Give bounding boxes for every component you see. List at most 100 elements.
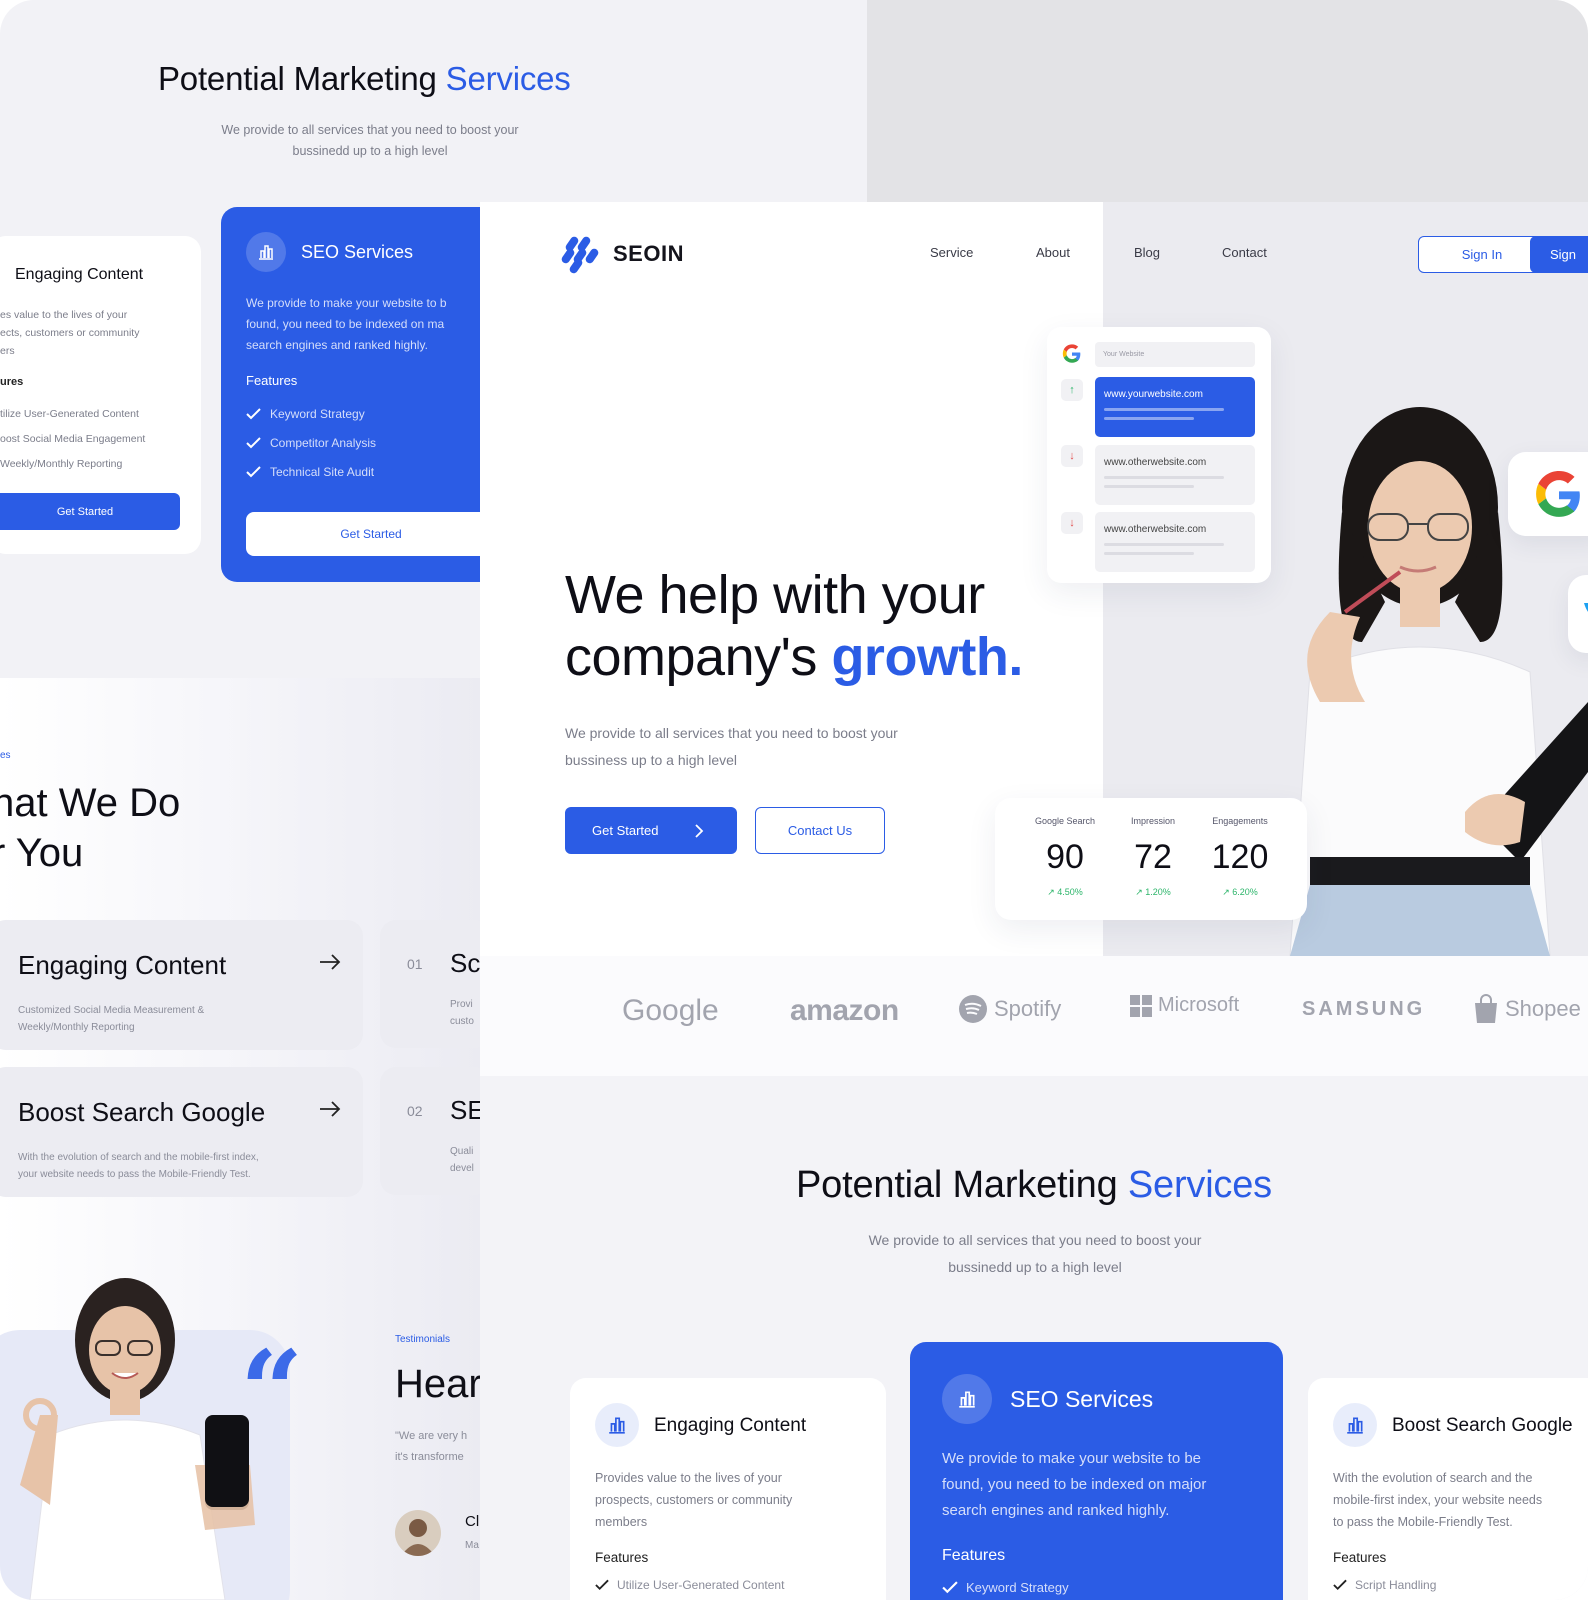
brand-logos-strip: Google amazon Spotify Microsoft SAMSUNG … xyxy=(480,956,1588,1076)
arrow-down-icon: ↓ xyxy=(1061,512,1083,534)
showcase-frame: Potential Marketing Services We provide … xyxy=(0,0,1588,1600)
seoin-logo-icon xyxy=(561,236,599,274)
card-number: 02 xyxy=(407,1103,423,1119)
quote-icon: “ xyxy=(240,1326,304,1455)
testimonial-name: Cl xyxy=(465,1513,480,1530)
service-card-desc: Customized Social Media Measurement & We… xyxy=(18,1005,205,1033)
avatar xyxy=(395,1510,441,1556)
testimonials-title: Hear xyxy=(395,1362,482,1406)
bg-card-features: Keyword Strategy Competitor Analysis Tec… xyxy=(246,399,376,486)
what-we-do-title: hat We Do r You xyxy=(0,781,181,875)
service-card-desc: With the evolution of search and the mob… xyxy=(18,1152,259,1180)
numbered-card[interactable]: 01 Sc Provi custo xyxy=(380,920,490,1048)
service-card-engaging[interactable]: Engaging Content Customized Social Media… xyxy=(0,920,363,1050)
service-card-title: Boost Search Google xyxy=(18,1097,266,1127)
check-icon xyxy=(246,407,261,419)
search-result-row[interactable]: www.yourwebsite.com xyxy=(1095,377,1255,437)
brand-shopee: Shopee xyxy=(1473,994,1581,1024)
sign-in-button[interactable]: Sign In xyxy=(1418,236,1546,273)
nav-contact[interactable]: Contact xyxy=(1222,245,1267,260)
bg-card-title: SEO Services xyxy=(301,242,414,262)
chart-icon xyxy=(1333,1403,1377,1447)
get-started-button[interactable]: Get Started xyxy=(246,512,496,556)
search-result-row[interactable]: www.otherwebsite.com xyxy=(1095,445,1255,505)
arrow-right-icon[interactable] xyxy=(319,1101,341,1117)
spotify-icon xyxy=(959,995,987,1023)
list-item: Competitor Analysis xyxy=(246,428,376,457)
google-icon xyxy=(1536,471,1580,517)
brand-spotify: Spotify xyxy=(958,994,1061,1024)
services-section-subtitle: We provide to all services that you need… xyxy=(868,1232,1202,1275)
bg-card-title: Engaging Content xyxy=(15,266,144,283)
chart-icon xyxy=(942,1374,992,1424)
services-section-title: Potential Marketing Services xyxy=(796,1164,1272,1206)
service-card-engaging-content[interactable]: Engaging Content Provides value to the l… xyxy=(570,1378,886,1600)
list-item: Technical Site Audit xyxy=(246,457,376,486)
service-card-title: SEO Services xyxy=(1010,1386,1154,1412)
social-badge xyxy=(1568,575,1588,653)
brand-logo[interactable]: SEOIN xyxy=(560,234,684,274)
service-card-desc: Provides value to the lives of your pros… xyxy=(595,1471,793,1529)
arrow-right-icon[interactable] xyxy=(319,954,341,970)
card-title: Sc xyxy=(450,948,481,978)
testimonial-role: Ma xyxy=(465,1540,479,1551)
gray-backdrop xyxy=(867,0,1588,202)
service-card-title: Engaging Content xyxy=(654,1415,807,1436)
bg-card-engaging: Engaging Content es value to the lives o… xyxy=(0,236,201,554)
service-card-features-label: Features xyxy=(1333,1550,1387,1565)
bg-card-features-label: ures xyxy=(0,376,24,388)
service-card-boost-search[interactable]: Boost Search Google With the evolution o… xyxy=(1308,1378,1588,1600)
search-input[interactable]: Your Website xyxy=(1095,342,1255,367)
stat-google-search: Google Search 90 ↗ 4.50% xyxy=(1034,816,1096,897)
contact-us-button[interactable]: Contact Us xyxy=(755,807,885,854)
list-item: Keyword Strategy xyxy=(942,1580,1069,1595)
arrow-down-icon: ↓ xyxy=(1061,445,1083,467)
bird-icon xyxy=(1584,603,1588,612)
bg-section-title: Potential Marketing Services xyxy=(158,60,571,97)
arrow-up-icon: ↑ xyxy=(1061,379,1083,401)
service-card-features-label: Features xyxy=(942,1547,1006,1564)
check-icon xyxy=(246,436,261,448)
brand-microsoft: Microsoft xyxy=(1130,994,1239,1017)
testimonial-text: "We are very h it's transforme xyxy=(395,1430,468,1463)
search-result-row[interactable]: www.otherwebsite.com xyxy=(1095,512,1255,572)
service-card-title: Boost Search Google xyxy=(1392,1415,1573,1436)
testimonials-tag: Testimonials xyxy=(395,1334,451,1345)
list-item: Script Handling xyxy=(1333,1578,1436,1592)
google-icon xyxy=(1062,344,1081,363)
stat-impression: Impression 72 ↗ 1.20% xyxy=(1130,816,1175,897)
microsoft-icon xyxy=(1130,994,1152,1017)
bg-card-seo: SEO Services We provide to make your web… xyxy=(221,207,501,582)
card-desc: Provi custo xyxy=(450,999,474,1027)
service-card-title: Engaging Content xyxy=(18,950,227,980)
service-card-seo[interactable]: SEO Services We provide to make your web… xyxy=(910,1342,1283,1600)
get-started-button[interactable]: Get Started xyxy=(565,807,737,854)
check-icon xyxy=(942,1581,958,1594)
sign-up-button[interactable]: Sign xyxy=(1530,236,1588,273)
nav-service[interactable]: Service xyxy=(930,245,973,260)
list-item: Utilize User-Generated Content xyxy=(595,1578,784,1592)
hero-heading: We help with your company's growth. xyxy=(565,565,1023,687)
check-icon xyxy=(1333,1579,1347,1591)
check-icon xyxy=(595,1579,609,1591)
bg-card-desc: es value to the lives of your ects, cust… xyxy=(0,309,140,357)
card-number: 01 xyxy=(407,956,423,972)
bg-section-subtitle: We provide to all services that you need… xyxy=(221,123,519,158)
service-card-desc: We provide to make your website to be fo… xyxy=(942,1450,1207,1519)
nav-blog[interactable]: Blog xyxy=(1134,245,1160,260)
stats-card: Google Search 90 ↗ 4.50% Impression 72 ↗… xyxy=(995,798,1307,920)
brand-amazon: amazon xyxy=(790,994,899,1027)
stat-engagements: Engagements 120 ↗ 6.20% xyxy=(1211,816,1269,897)
shopping-bag-icon xyxy=(1475,994,1497,1023)
check-icon xyxy=(246,465,261,477)
hero-subtitle: We provide to all services that you need… xyxy=(565,725,898,768)
chevron-right-icon xyxy=(695,823,704,838)
numbered-card[interactable]: 02 SE Quali devel xyxy=(380,1067,490,1195)
landing-page: SEOIN Service About Blog Contact Sign In… xyxy=(480,202,1588,1600)
chart-icon xyxy=(246,232,286,272)
nav-about[interactable]: About xyxy=(1036,245,1070,260)
google-badge xyxy=(1508,452,1588,536)
search-results-card: Your Website ↑ www.yourwebsite.com ↓ www… xyxy=(1047,327,1271,583)
get-started-button[interactable]: Get Started xyxy=(0,493,180,530)
service-card-boost[interactable]: Boost Search Google With the evolution o… xyxy=(0,1067,363,1197)
